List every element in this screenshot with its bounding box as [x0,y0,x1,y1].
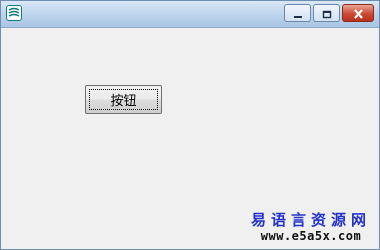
maximize-icon [322,4,332,23]
title-bar[interactable] [1,1,379,28]
window-controls [284,4,374,22]
watermark-title: 易语言资源网 [250,211,371,229]
app-window: 按钮 易语言资源网 www.e5a5x.com [0,0,380,250]
app-icon[interactable] [6,5,22,21]
minimize-button[interactable] [284,4,311,22]
form-client-area: 按钮 易语言资源网 www.e5a5x.com [1,28,379,249]
main-button-label: 按钮 [110,94,137,109]
watermark-url: www.e5a5x.com [260,229,362,243]
close-icon [353,4,364,23]
watermark: 易语言资源网 www.e5a5x.com [251,211,371,243]
maximize-button[interactable] [313,4,340,22]
minimize-icon [293,4,303,23]
close-button[interactable] [342,4,374,22]
main-button[interactable]: 按钮 [85,85,162,114]
